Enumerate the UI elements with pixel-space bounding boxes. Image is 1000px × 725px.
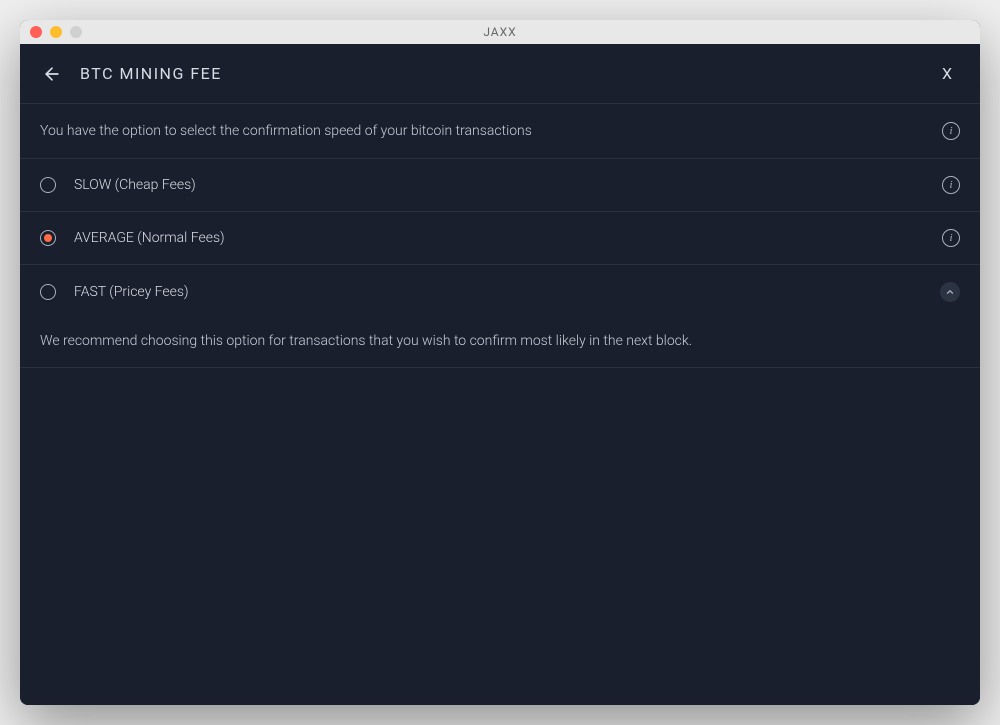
titlebar: JAXX bbox=[20, 20, 980, 44]
page-title: BTC MINING FEE bbox=[80, 64, 934, 83]
header: BTC MINING FEE X bbox=[20, 44, 980, 104]
option-average[interactable]: AVERAGE (Normal Fees) i bbox=[20, 212, 980, 265]
window-minimize-button[interactable] bbox=[50, 26, 62, 38]
info-icon[interactable]: i bbox=[942, 176, 960, 194]
option-detail-text: We recommend choosing this option for tr… bbox=[40, 333, 692, 349]
option-label: AVERAGE (Normal Fees) bbox=[74, 230, 942, 246]
option-label: FAST (Pricey Fees) bbox=[74, 284, 940, 300]
radio-icon bbox=[40, 284, 56, 300]
description-text: You have the option to select the confir… bbox=[40, 123, 942, 139]
option-detail-row: We recommend choosing this option for tr… bbox=[20, 319, 980, 368]
description-row: You have the option to select the confir… bbox=[20, 104, 980, 159]
back-arrow-icon[interactable] bbox=[40, 62, 64, 86]
window-maximize-button[interactable] bbox=[70, 26, 82, 38]
radio-icon-selected bbox=[40, 230, 56, 246]
app-window: JAXX BTC MINING FEE X You have the optio… bbox=[20, 20, 980, 705]
window-close-button[interactable] bbox=[30, 26, 42, 38]
option-fast[interactable]: FAST (Pricey Fees) bbox=[20, 265, 980, 319]
close-button[interactable]: X bbox=[934, 60, 960, 87]
option-slow[interactable]: SLOW (Cheap Fees) i bbox=[20, 159, 980, 212]
option-label: SLOW (Cheap Fees) bbox=[74, 177, 942, 193]
info-icon[interactable]: i bbox=[942, 229, 960, 247]
chevron-up-icon[interactable] bbox=[940, 282, 960, 302]
traffic-lights bbox=[30, 26, 82, 38]
window-title: JAXX bbox=[483, 25, 516, 39]
app-content: BTC MINING FEE X You have the option to … bbox=[20, 44, 980, 705]
info-icon[interactable]: i bbox=[942, 122, 960, 140]
radio-icon bbox=[40, 177, 56, 193]
